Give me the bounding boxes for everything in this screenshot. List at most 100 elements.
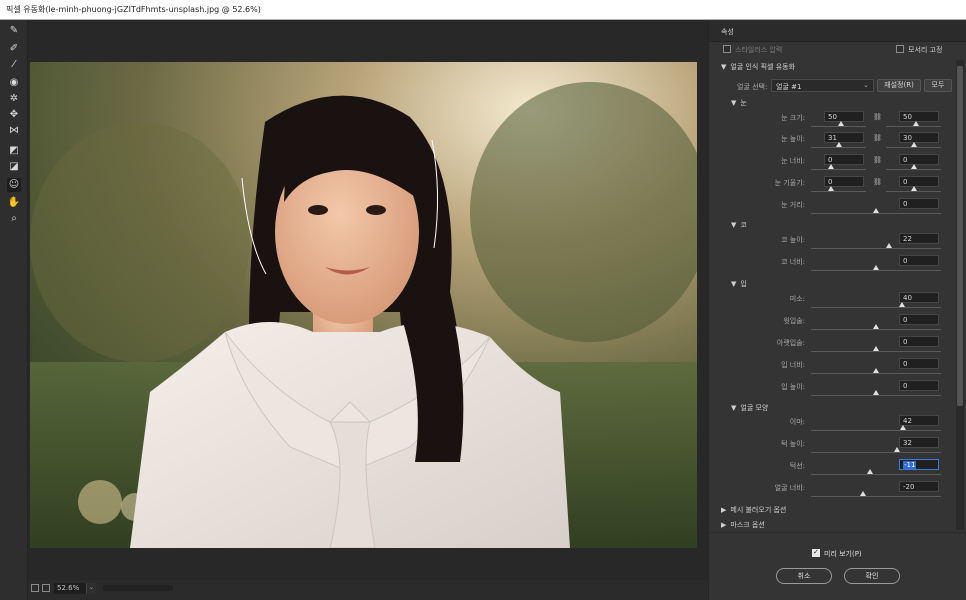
eye-width-left-slider-thumb[interactable] [828, 164, 834, 169]
nose-width-slider-track[interactable] [811, 270, 941, 271]
mouth-section-toggle[interactable]: ▼ 입 [731, 279, 747, 289]
link-icon[interactable]: ⛓ [873, 178, 882, 187]
eye-tilt-left-slider-track[interactable] [811, 191, 866, 192]
face-shape-section-toggle[interactable]: ▼ 얼굴 모양 [731, 403, 768, 413]
smile-slider-thumb[interactable] [899, 302, 905, 307]
eye-width-left-slider-track[interactable] [811, 169, 866, 170]
zoom-icon[interactable]: ⌕ [7, 212, 21, 226]
eye-height-left-slider-track[interactable] [811, 147, 866, 148]
smile-input[interactable]: 40 [899, 292, 939, 303]
mouth-height-slider-thumb[interactable] [873, 390, 879, 395]
reset-button[interactable]: 재설정(R) [877, 79, 921, 92]
mouth-width-input[interactable]: 0 [899, 358, 939, 369]
face-aware-section-toggle[interactable]: ▼ 얼굴 인식 픽셀 유동화 [721, 62, 795, 72]
reconstruct-icon[interactable]: ✐ [7, 42, 21, 56]
info-toggle-icon[interactable] [42, 584, 50, 592]
eye-tilt-left-slider-thumb[interactable] [828, 186, 834, 191]
face-shape-section-title: 얼굴 모양 [740, 404, 769, 412]
eye-tilt-right-slider-track[interactable] [886, 191, 941, 192]
eye-height-left-slider-thumb[interactable] [836, 142, 842, 147]
ok-button[interactable]: 확인 [844, 568, 900, 584]
scrollbar-thumb[interactable] [957, 66, 963, 406]
hand-icon[interactable]: ✋ [7, 196, 21, 210]
pucker-icon[interactable]: ✲ [7, 92, 21, 106]
eye-width-right-slider-thumb[interactable] [911, 164, 917, 169]
mouth-width-slider-thumb[interactable] [873, 368, 879, 373]
mesh-options-toggle[interactable]: ▶ 메시 불러오기 옵션 [721, 505, 786, 515]
upper-lip-slider-track[interactable] [811, 329, 941, 330]
eye-distance-input[interactable]: 0 [899, 198, 939, 209]
panel-title: 속성 [721, 28, 734, 36]
freeze-mask-icon[interactable]: ◩ [7, 144, 21, 158]
horizontal-scrollbar[interactable] [103, 585, 173, 591]
nose-height-slider-thumb[interactable] [886, 243, 892, 248]
smile-slider-track[interactable] [811, 307, 941, 308]
photo-preview[interactable] [30, 62, 697, 548]
eye-width-right-slider-track[interactable] [886, 169, 941, 170]
mouth-width-slider-track[interactable] [811, 373, 941, 374]
chin-height-slider-track[interactable] [811, 452, 941, 453]
forehead-slider-thumb[interactable] [900, 425, 906, 430]
canvas-area[interactable] [28, 20, 708, 580]
nose-section-toggle[interactable]: ▼ 코 [731, 220, 747, 230]
smooth-icon[interactable]: ⁄ [7, 58, 21, 72]
thaw-mask-icon[interactable]: ◪ [7, 160, 21, 174]
cancel-button[interactable]: 취소 [776, 568, 832, 584]
face-width-slider-track[interactable] [811, 496, 941, 497]
nose-width-input[interactable]: 0 [899, 255, 939, 266]
nose-width-slider-thumb[interactable] [873, 265, 879, 270]
face-width-slider-thumb[interactable] [860, 491, 866, 496]
zoom-dropdown-icon[interactable]: ⌄ [86, 583, 96, 594]
mesh-options-title: 메시 불러오기 옵션 [730, 506, 787, 514]
view-toggle-icon[interactable] [31, 584, 39, 592]
nose-height-input[interactable]: 22 [899, 233, 939, 244]
stylus-pressure-checkbox[interactable] [723, 45, 731, 53]
preview-checkbox[interactable] [812, 548, 820, 557]
lower-lip-slider-track[interactable] [811, 351, 941, 352]
mouth-height-slider-track[interactable] [811, 395, 941, 396]
eye-size-left-slider-track[interactable] [811, 126, 866, 127]
face-tool-icon[interactable]: ☺ [7, 178, 21, 192]
link-icon[interactable]: ⛓ [873, 134, 882, 143]
eye-height-right-slider-thumb[interactable] [911, 142, 917, 147]
eye-height-left-input[interactable]: 31 [824, 132, 864, 143]
chevron-right-icon: ▶ [721, 521, 727, 529]
eye-tilt-right-input[interactable]: 0 [899, 176, 939, 187]
pin-edges-checkbox[interactable] [896, 45, 904, 53]
eye-size-right-input[interactable]: 50 [899, 111, 939, 122]
jawline-slider-thumb[interactable] [867, 469, 873, 474]
eye-distance-slider-thumb[interactable] [873, 208, 879, 213]
mask-options-toggle[interactable]: ▶ 마스크 옵션 [721, 520, 765, 530]
link-icon[interactable]: ⛓ [873, 156, 882, 165]
eye-size-left-slider-thumb[interactable] [838, 121, 844, 126]
eye-tilt-right-slider-thumb[interactable] [911, 186, 917, 191]
chin-height-slider-thumb[interactable] [894, 447, 900, 452]
nose-height-slider-track[interactable] [811, 248, 941, 249]
face-select-dropdown[interactable]: 얼굴 #1 ⌄ [771, 79, 874, 92]
link-icon[interactable]: ⛓ [873, 113, 882, 122]
upper-lip-input[interactable]: 0 [899, 314, 939, 325]
eye-distance-slider-track[interactable] [811, 213, 941, 214]
jawline-input[interactable]: -11 [899, 459, 939, 470]
lower-lip-input[interactable]: 0 [899, 336, 939, 347]
mouth-height-input[interactable]: 0 [899, 380, 939, 391]
bloat-icon[interactable]: ✥ [7, 108, 21, 122]
all-button[interactable]: 모두 [924, 79, 952, 92]
panel-scrollbar[interactable] [956, 60, 964, 530]
face-width-input[interactable]: -20 [899, 481, 939, 492]
eye-height-right-input[interactable]: 30 [899, 132, 939, 143]
push-left-icon[interactable]: ⋈ [7, 124, 21, 138]
eye-size-left-input[interactable]: 50 [824, 111, 864, 122]
warp-icon[interactable]: ✎ [7, 24, 21, 38]
twirl-icon[interactable]: ◉ [7, 76, 21, 90]
chin-height-input[interactable]: 32 [899, 437, 939, 448]
eyes-section-toggle[interactable]: ▼ 눈 [731, 98, 747, 108]
eye-size-right-slider-thumb[interactable] [913, 121, 919, 126]
lower-lip-slider-thumb[interactable] [873, 346, 879, 351]
jawline-slider-track[interactable] [811, 474, 941, 475]
eye-size-right-slider-track[interactable] [886, 126, 941, 127]
forehead-slider-track[interactable] [811, 430, 941, 431]
upper-lip-slider-thumb[interactable] [873, 324, 879, 329]
eye-height-right-slider-track[interactable] [886, 147, 941, 148]
eye-width-right-input[interactable]: 0 [899, 154, 939, 165]
